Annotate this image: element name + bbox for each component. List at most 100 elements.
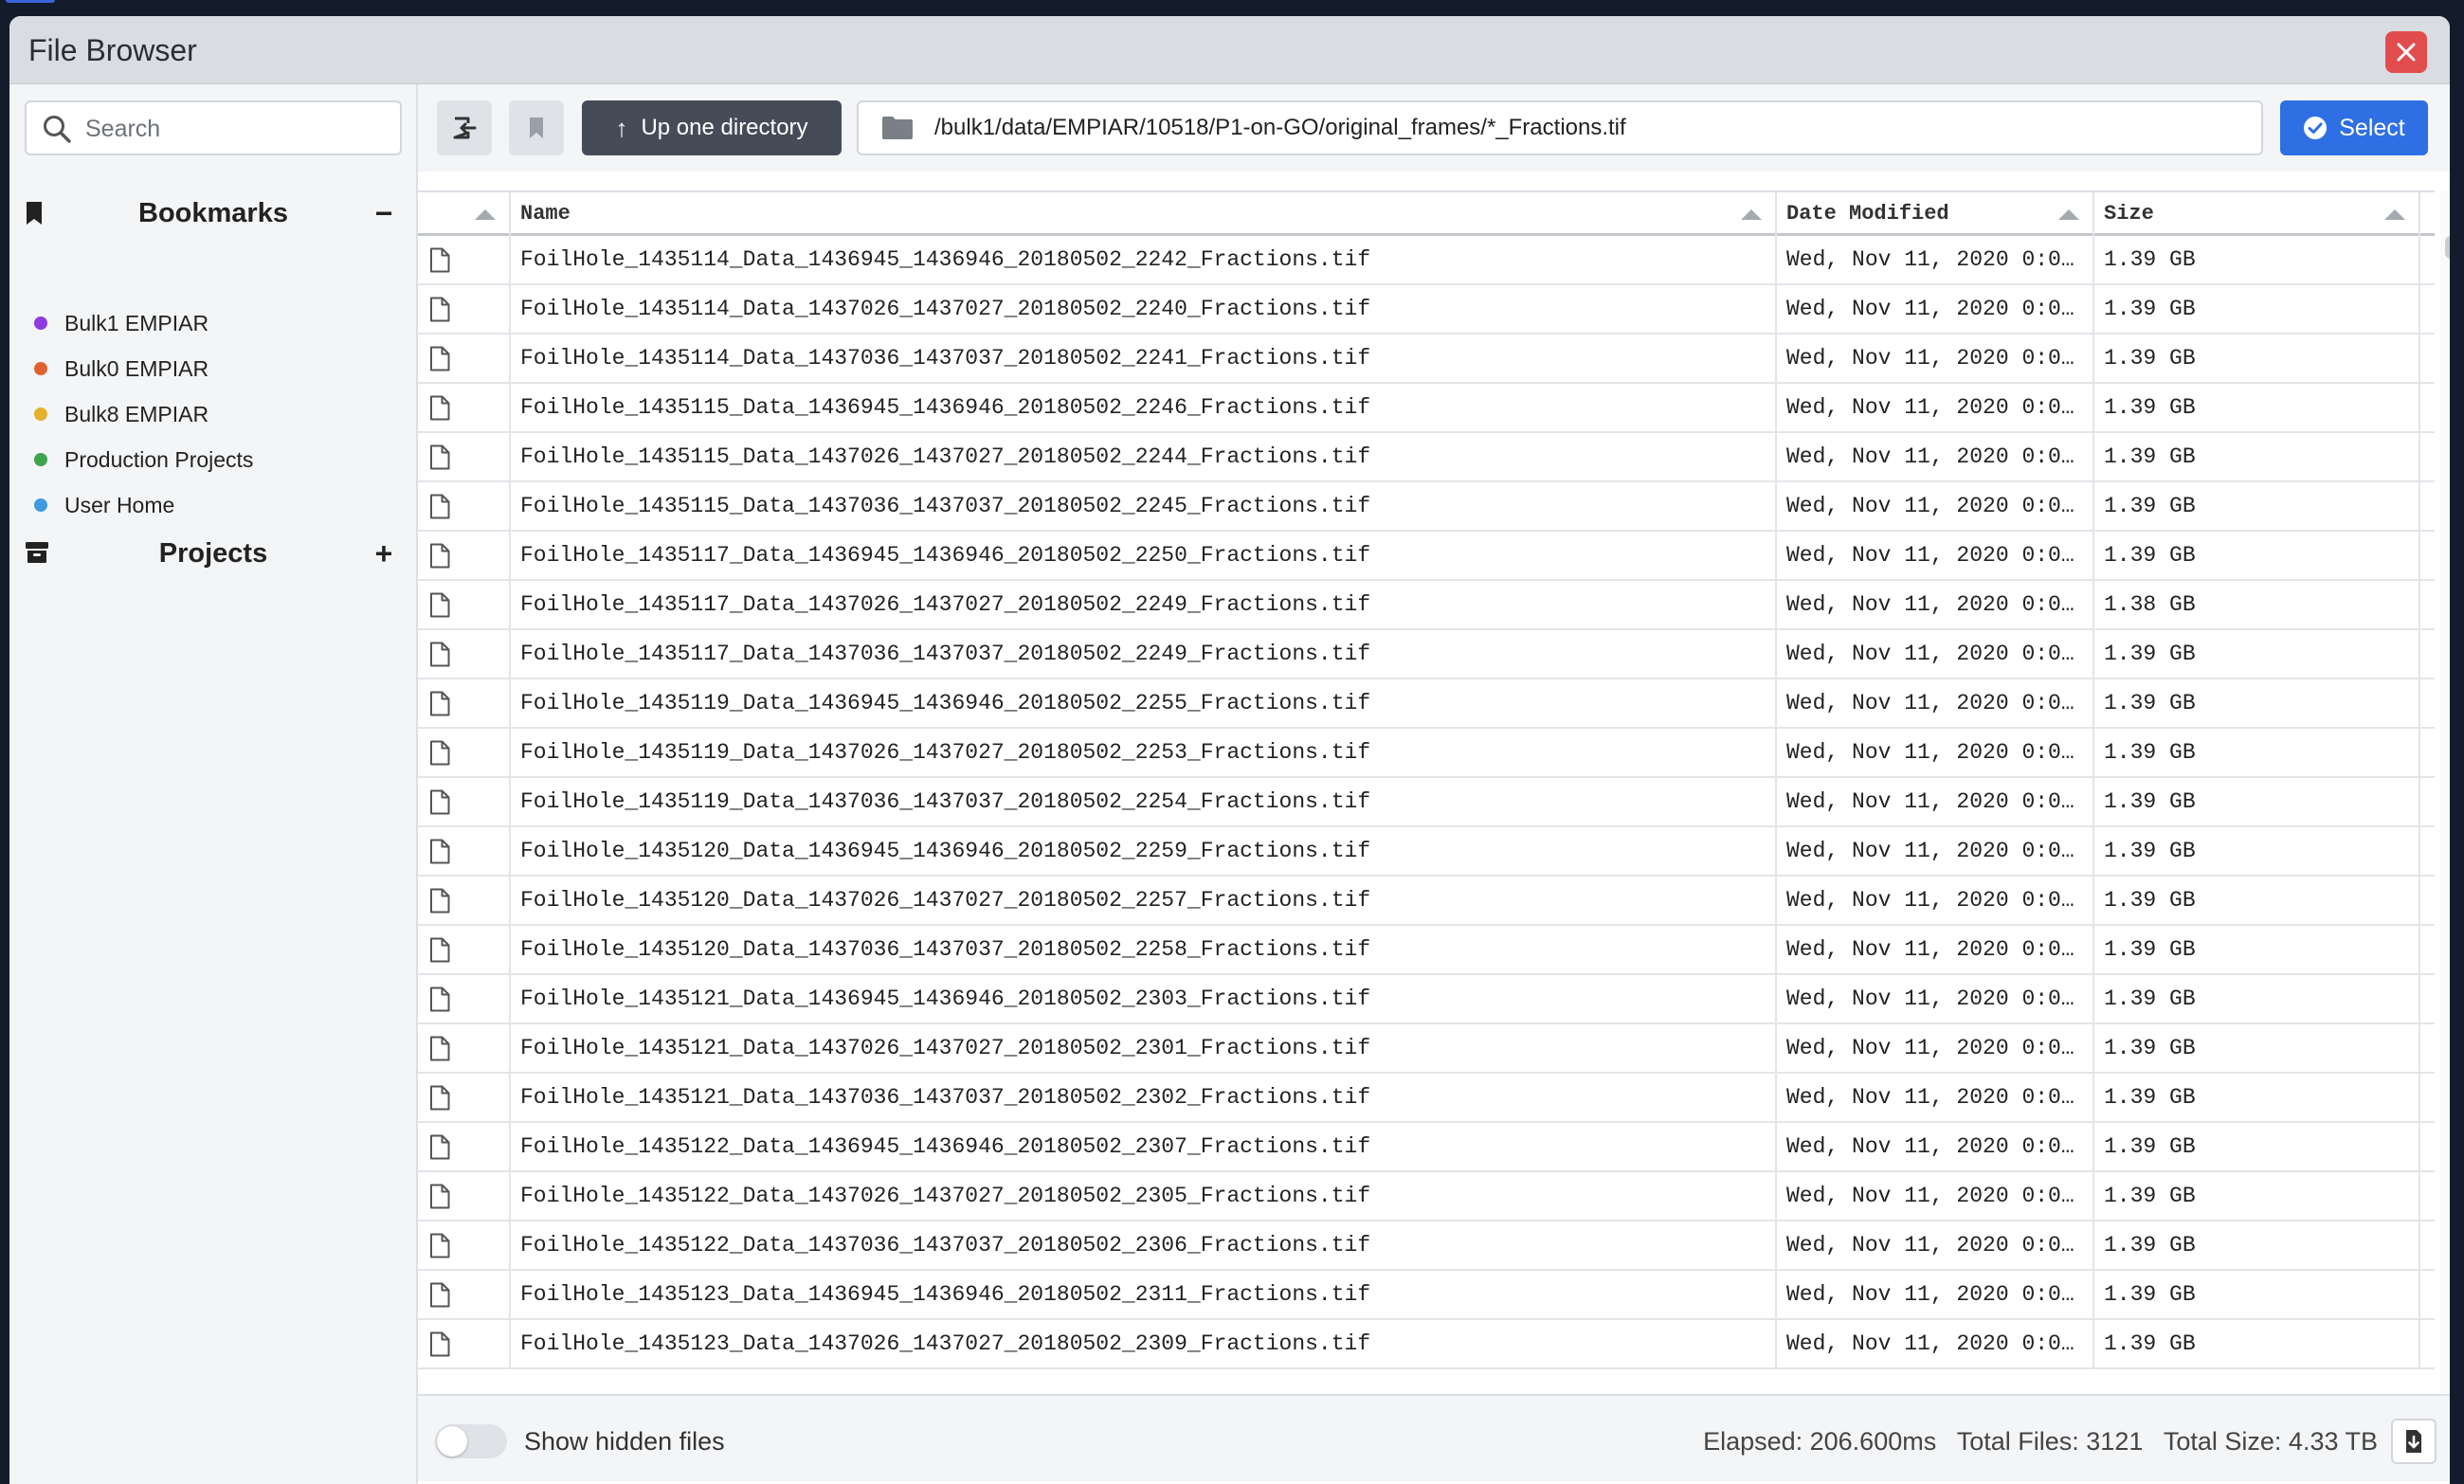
corner-accent [6,0,55,3]
date-cell: Wed, Nov 11, 2020 0:00… [1777,926,2094,973]
date-cell: Wed, Nov 11, 2020 0:00… [1777,1320,2094,1367]
table-row[interactable]: FoilHole_1435117_Data_1436945_1436946_20… [418,532,2435,581]
file-icon [430,1134,450,1160]
date-cell: Wed, Nov 11, 2020 0:00… [1777,778,2094,825]
table-row[interactable]: FoilHole_1435117_Data_1437036_1437037_20… [418,630,2435,679]
table-row[interactable]: FoilHole_1435117_Data_1437026_1437027_20… [418,581,2435,630]
file-icon [430,297,450,322]
bookmark-item[interactable]: User Home [25,482,402,528]
column-header-name[interactable]: Name [511,192,1777,236]
size-cell: 1.39 GB [2094,926,2420,973]
table-row[interactable]: FoilHole_1435114_Data_1436945_1436946_20… [418,236,2435,285]
table-row[interactable]: FoilHole_1435123_Data_1436945_1436946_20… [418,1271,2435,1320]
table-row[interactable]: FoilHole_1435114_Data_1437036_1437037_20… [418,335,2435,384]
name-cell: FoilHole_1435120_Data_1436945_1436946_20… [511,827,1777,875]
date-cell: Wed, Nov 11, 2020 0:00… [1777,975,2094,1023]
scrollbar-thumb[interactable] [2445,236,2450,259]
sort-asc-icon [2384,209,2405,220]
column-header-date[interactable]: Date Modified [1777,192,2094,236]
table-row[interactable]: FoilHole_1435120_Data_1436945_1436946_20… [418,827,2435,877]
type-cell [418,285,511,333]
table-row[interactable]: FoilHole_1435121_Data_1437036_1437037_20… [418,1074,2435,1123]
name-cell: FoilHole_1435122_Data_1437026_1437027_20… [511,1172,1777,1220]
table-row[interactable]: FoilHole_1435119_Data_1437036_1437037_20… [418,778,2435,827]
total-files-text: Total Files: 3121 [1956,1427,2144,1456]
up-directory-button[interactable]: ↑ Up one directory [582,100,842,155]
footer: Show hidden files Elapsed: 206.600ms Tot… [418,1394,2450,1481]
table-row[interactable]: FoilHole_1435120_Data_1437036_1437037_20… [418,926,2435,975]
name-cell: FoilHole_1435123_Data_1437026_1437027_20… [511,1320,1777,1367]
bookmark-list: Bulk1 EMPIAR Bulk0 EMPIAR Bulk8 EMPIAR Prod… [25,300,402,528]
size-cell: 1.39 GB [2094,729,2420,776]
table-row[interactable]: FoilHole_1435115_Data_1437026_1437027_20… [418,433,2435,482]
name-cell: FoilHole_1435119_Data_1437026_1437027_20… [511,729,1777,776]
table-row[interactable]: FoilHole_1435121_Data_1436945_1436946_20… [418,975,2435,1024]
file-icon [430,543,450,569]
bookmark-color-dot [34,317,47,330]
bookmark-label: Bulk0 EMPIAR [64,355,209,381]
name-cell: FoilHole_1435115_Data_1437036_1437037_20… [511,482,1777,530]
name-cell: FoilHole_1435122_Data_1437036_1437037_20… [511,1222,1777,1269]
type-cell [418,581,511,628]
select-button[interactable]: Select [2280,100,2428,155]
download-button[interactable] [2391,1419,2437,1464]
bookmark-label: User Home [64,492,175,517]
date-cell: Wed, Nov 11, 2020 0:00… [1777,236,2094,283]
check-circle-icon [2304,117,2328,139]
table-row[interactable]: FoilHole_1435123_Data_1437026_1437027_20… [418,1320,2435,1369]
column-header-size[interactable]: Size [2094,192,2420,236]
table-row[interactable]: FoilHole_1435115_Data_1436945_1436946_20… [418,384,2435,433]
table-row[interactable]: FoilHole_1435119_Data_1437026_1437027_20… [418,729,2435,778]
bookmark-item[interactable]: Bulk0 EMPIAR [25,346,402,391]
file-icon [430,247,450,273]
size-cell: 1.39 GB [2094,433,2420,480]
bookmark-item[interactable]: Bulk8 EMPIAR [25,391,402,437]
add-project-button[interactable]: + [370,537,398,570]
search-input[interactable] [85,110,389,148]
select-label: Select [2339,114,2405,141]
bookmark-label: Bulk1 EMPIAR [64,310,209,335]
vertical-scrollbar[interactable] [2440,190,2450,1447]
path-input[interactable]: /bulk1/data/EMPIAR/10518/P1-on-GO/origin… [857,100,2263,155]
collapse-bookmarks-button[interactable]: − [370,197,398,229]
table-row[interactable]: FoilHole_1435122_Data_1437026_1437027_20… [418,1172,2435,1222]
type-cell [418,1320,511,1367]
type-cell [418,433,511,480]
elapsed-text: Elapsed: 206.600ms [1703,1427,1937,1456]
file-icon [430,691,450,716]
type-cell [418,1024,511,1072]
show-hidden-toggle[interactable] [435,1424,507,1458]
table-row[interactable]: FoilHole_1435119_Data_1436945_1436946_20… [418,679,2435,729]
date-cell: Wed, Nov 11, 2020 0:00… [1777,1172,2094,1220]
bookmark-item[interactable]: Production Projects [25,437,402,482]
file-icon [430,395,450,421]
type-cell [418,1222,511,1269]
path-text: /bulk1/data/EMPIAR/10518/P1-on-GO/origin… [934,115,1626,140]
date-cell: Wed, Nov 11, 2020 0:00… [1777,581,2094,628]
sort-asc-icon [2058,209,2079,220]
table-row[interactable]: FoilHole_1435121_Data_1437026_1437027_20… [418,1024,2435,1074]
size-cell: 1.39 GB [2094,1024,2420,1072]
table-row[interactable]: FoilHole_1435115_Data_1437036_1437037_20… [418,482,2435,532]
close-button[interactable] [2385,31,2427,73]
table-header: Name Date Modified Size [418,192,2435,236]
table-row[interactable]: FoilHole_1435120_Data_1437026_1437027_20… [418,877,2435,926]
bookmark-color-dot [34,498,47,512]
type-cell [418,729,511,776]
column-header-type[interactable] [418,192,511,236]
size-cell: 1.39 GB [2094,335,2420,382]
type-cell [418,482,511,530]
close-icon [2397,43,2416,62]
file-browser-window: File Browser Bookmarks − Bulk1 EMPIARBul… [9,16,2450,1484]
sidebar: Bookmarks − Bulk1 EMPIARBulk0 EMPIARBulk… [9,84,418,1484]
file-icon [430,986,450,1012]
table-row[interactable]: FoilHole_1435122_Data_1437036_1437037_20… [418,1222,2435,1271]
table-row[interactable]: FoilHole_1435122_Data_1436945_1436946_20… [418,1123,2435,1172]
type-cell [418,384,511,431]
bookmark-icon [530,118,543,138]
bookmark-button[interactable] [509,100,564,155]
back-button[interactable] [437,100,492,155]
bookmark-item[interactable]: Bulk1 EMPIAR [25,300,402,346]
table-row[interactable]: FoilHole_1435114_Data_1437026_1437027_20… [418,285,2435,335]
date-cell: Wed, Nov 11, 2020 0:00… [1777,532,2094,579]
